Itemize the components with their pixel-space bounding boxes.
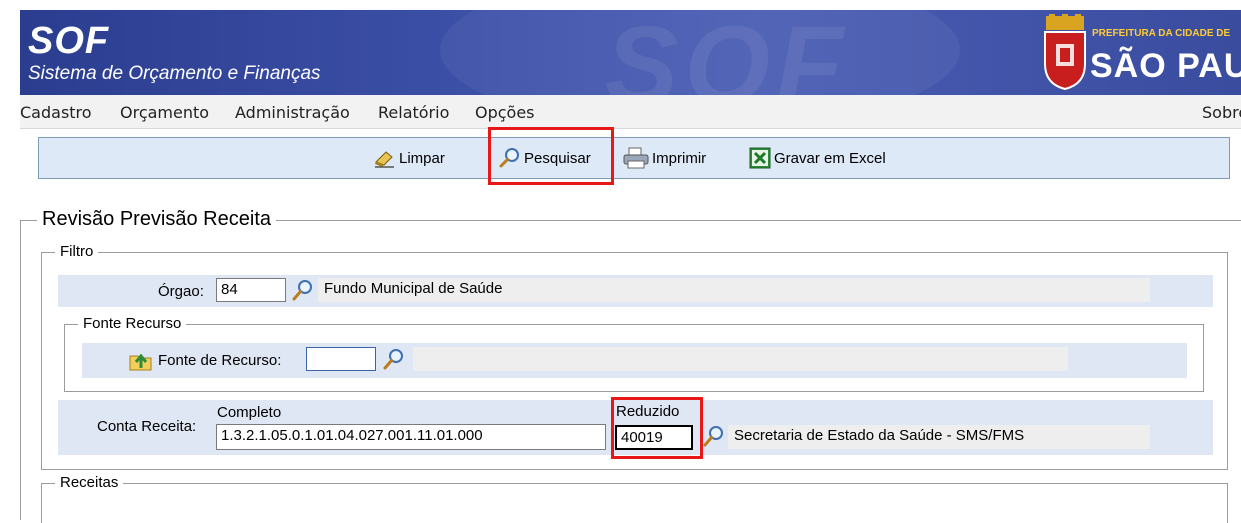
pesquisar-highlight-box bbox=[488, 127, 614, 185]
menubar: Cadastro Orçamento Administração Relatór… bbox=[20, 95, 1241, 129]
logo-city-text: SÃO PAULO bbox=[1090, 47, 1241, 85]
completo-label: Completo bbox=[217, 404, 282, 421]
conta-receita-label: Conta Receita: bbox=[97, 418, 197, 435]
excel-icon bbox=[749, 147, 771, 169]
city-crest-icon bbox=[1044, 14, 1086, 90]
conta-search-icon[interactable] bbox=[703, 424, 725, 448]
menu-opcoes[interactable]: Opções bbox=[475, 103, 535, 122]
menu-administracao[interactable]: Administração bbox=[235, 103, 350, 122]
logo-prefeitura-text: PREFEITURA DA CIDADE DE bbox=[1092, 28, 1231, 39]
reduzido-highlight-box bbox=[611, 397, 703, 459]
fonte-search-icon[interactable] bbox=[383, 347, 405, 371]
fonte-recurso-label: Fonte de Recurso: bbox=[158, 352, 282, 369]
orgao-search-icon[interactable] bbox=[292, 278, 314, 302]
header-banner: SOF SOF Sistema de Orçamento e Finanças … bbox=[20, 10, 1241, 95]
page-title: Revisão Previsão Receita bbox=[37, 208, 276, 231]
limpar-button[interactable]: Limpar bbox=[374, 138, 445, 178]
printer-icon bbox=[623, 147, 649, 169]
fonte-recurso-input[interactable] bbox=[306, 347, 376, 371]
folder-up-icon[interactable] bbox=[128, 348, 154, 372]
menu-relatorio[interactable]: Relatório bbox=[378, 103, 449, 122]
filtro-legend: Filtro bbox=[55, 243, 99, 260]
eraser-icon bbox=[375, 151, 394, 168]
conta-receita-description: Secretaria de Estado da Saúde - SMS/FMS bbox=[728, 425, 1150, 449]
gravar-excel-label: Gravar em Excel bbox=[774, 149, 886, 167]
gravar-excel-button[interactable]: Gravar em Excel bbox=[749, 138, 886, 178]
toolbar: Limpar Pesquisar Imprimir Gravar em Exce… bbox=[38, 137, 1230, 179]
imprimir-label: Imprimir bbox=[652, 149, 707, 167]
fonte-recurso-legend: Fonte Recurso bbox=[78, 315, 187, 332]
banner-watermark: SOF bbox=[605, 10, 850, 95]
menu-sobre[interactable]: Sobre bbox=[1202, 103, 1241, 122]
limpar-label: Limpar bbox=[399, 149, 445, 167]
menu-cadastro[interactable]: Cadastro bbox=[20, 103, 92, 122]
imprimir-button[interactable]: Imprimir bbox=[623, 138, 706, 178]
orgao-description: Fundo Municipal de Saúde bbox=[318, 278, 1150, 302]
menu-orcamento[interactable]: Orçamento bbox=[120, 103, 209, 122]
receitas-fieldset bbox=[41, 483, 1228, 523]
receitas-legend: Receitas bbox=[55, 474, 124, 491]
fonte-recurso-description bbox=[413, 347, 1068, 371]
orgao-input[interactable]: 84 bbox=[216, 278, 286, 302]
orgao-label: Órgao: bbox=[158, 283, 204, 300]
completo-input[interactable]: 1.3.2.1.05.0.1.01.04.027.001.11.01.000 bbox=[216, 424, 606, 450]
app-logo-text: SOF bbox=[28, 20, 110, 62]
app-subtitle: Sistema de Orçamento e Finanças bbox=[28, 63, 321, 84]
